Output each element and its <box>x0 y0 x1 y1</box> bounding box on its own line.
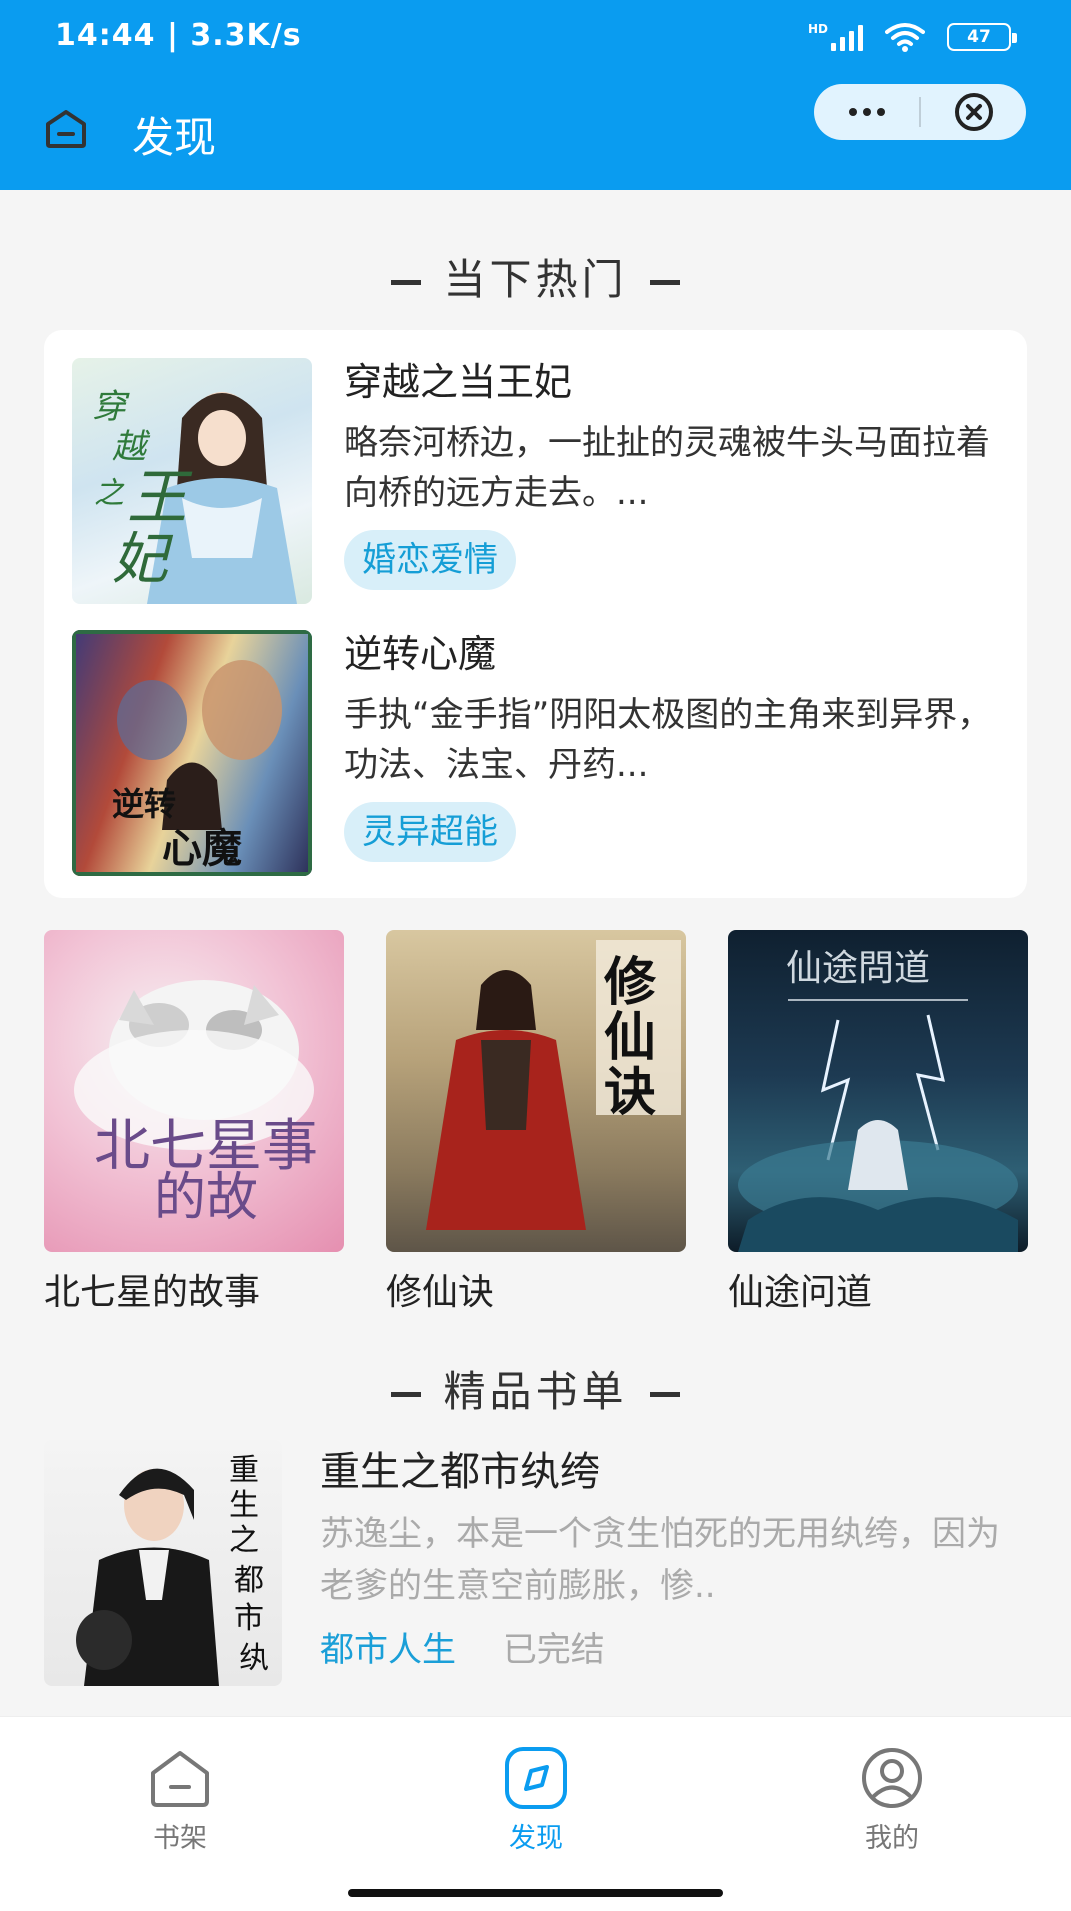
book-category-tag[interactable]: 婚恋爱情 <box>344 530 516 590</box>
premium-section-title: 精品书单 <box>0 1358 1071 1419</box>
home-indicator[interactable] <box>348 1889 723 1897</box>
close-circle-icon <box>954 93 993 131</box>
book-cover[interactable]: 穿 越 之 王 妃 <box>72 358 312 604</box>
svg-text:妃: 妃 <box>112 527 174 592</box>
svg-text:的故: 的故 <box>154 1168 258 1228</box>
bottom-tab-bar: 书架 发现 我的 <box>0 1716 1071 1911</box>
hot-books-card: 穿 越 之 王 妃 穿越之当王妃 略奈河桥边，一扯扯的灵魂被牛头马面拉着向桥的远… <box>44 330 1027 898</box>
close-button[interactable] <box>921 84 1026 140</box>
svg-text:诀: 诀 <box>604 1062 656 1123</box>
book-category[interactable]: 都市人生 <box>320 1630 456 1670</box>
hot-section-label: 当下热门 <box>443 255 628 304</box>
tab-label: 书架 <box>153 1823 207 1854</box>
svg-text:逆转: 逆转 <box>112 785 176 823</box>
wifi-icon <box>885 23 925 52</box>
nav-bar: 发现 <box>0 80 1071 190</box>
svg-text:重: 重 <box>229 1453 259 1488</box>
book-description: 手执“金手指”阴阳太极图的主角来到异界，功法、法宝、丹药... <box>344 695 992 785</box>
book-title[interactable]: 逆转心魔 <box>344 630 1012 678</box>
svg-text:都: 都 <box>234 1563 264 1598</box>
premium-book-info: 重生之都市纨绔 苏逸尘，本是一个贪生怕死的无用纨绔，因为老爹的生意空前膨胀，惨.… <box>320 1440 1027 1674</box>
book-cover[interactable]: 逆转 心魔 <box>72 630 312 876</box>
hot-section-title: 当下热门 <box>0 246 1071 307</box>
status-icons: HD 47 <box>808 22 1017 52</box>
grid-book-item[interactable]: 修 仙 诀 修仙诀 <box>386 930 686 1318</box>
svg-text:心魔: 心魔 <box>162 826 242 872</box>
more-button[interactable] <box>814 84 919 140</box>
svg-text:之: 之 <box>229 1523 259 1558</box>
battery-icon: 47 <box>947 23 1017 51</box>
page-title: 发现 <box>132 113 217 162</box>
svg-text:纨: 纨 <box>239 1641 269 1676</box>
mini-program-capsule <box>814 84 1026 140</box>
grid-book-item[interactable]: 北七星事 的故 北七星的故事 <box>44 930 344 1318</box>
hot-book-info: 逆转心魔 手执“金手指”阴阳太极图的主角来到异界，功法、法宝、丹药... 灵异超… <box>344 630 1012 862</box>
book-cover[interactable]: 仙途問道 <box>728 930 1028 1252</box>
book-title[interactable]: 北七星的故事 <box>44 1268 344 1318</box>
book-cover[interactable]: 北七星事 的故 <box>44 930 344 1252</box>
book-title[interactable]: 穿越之当王妃 <box>344 358 1012 406</box>
discover-icon <box>505 1747 567 1809</box>
book-title[interactable]: 仙途问道 <box>728 1268 1028 1318</box>
svg-text:修: 修 <box>604 952 657 1013</box>
book-description: 苏逸尘，本是一个贪生怕死的无用纨绔，因为老爹的生意空前膨胀，惨.. <box>320 1514 1000 1606</box>
svg-text:生: 生 <box>229 1488 259 1523</box>
svg-text:越: 越 <box>112 427 151 467</box>
book-category-tag[interactable]: 灵异超能 <box>344 802 516 862</box>
status-time: 14:44 | 3.3K/s <box>55 18 302 53</box>
book-status: 已完结 <box>502 1630 605 1670</box>
hot-book-info: 穿越之当王妃 略奈河桥边，一扯扯的灵魂被牛头马面拉着向桥的远方走去。... 婚恋… <box>344 358 1012 590</box>
tab-profile[interactable]: 我的 <box>792 1743 992 1857</box>
hot-book-item[interactable]: 穿 越 之 王 妃 穿越之当王妃 略奈河桥边，一扯扯的灵魂被牛头马面拉着向桥的远… <box>72 358 1012 604</box>
book-meta: 都市人生 已完结 <box>320 1626 1027 1674</box>
svg-text:仙途問道: 仙途問道 <box>786 948 930 989</box>
book-cover[interactable]: 修 仙 诀 <box>386 930 686 1252</box>
svg-text:穿: 穿 <box>92 387 130 427</box>
hot-book-item[interactable]: 逆转 心魔 逆转心魔 手执“金手指”阴阳太极图的主角来到异界，功法、法宝、丹药.… <box>72 630 1012 876</box>
status-bar: 14:44 | 3.3K/s HD 47 <box>0 0 1071 80</box>
svg-text:仙: 仙 <box>604 1007 656 1068</box>
tab-bookshelf[interactable]: 书架 <box>80 1743 280 1857</box>
grid-book-item[interactable]: 仙途問道 仙途问道 <box>728 930 1028 1318</box>
svg-text:之: 之 <box>94 476 125 511</box>
bookshelf-icon <box>151 1751 209 1807</box>
home-icon[interactable] <box>44 106 88 150</box>
tab-label: 发现 <box>509 1823 563 1854</box>
tab-label: 我的 <box>865 1823 919 1854</box>
svg-text:市: 市 <box>234 1601 264 1636</box>
book-cover[interactable]: 重 生 之 都 市 纨 <box>44 1440 282 1686</box>
book-description: 略奈河桥边，一扯扯的灵魂被牛头马面拉着向桥的远方走去。... <box>344 423 990 513</box>
premium-book-item[interactable]: 重 生 之 都 市 纨 重生之都市纨绔 苏逸尘，本是一个贪生怕死的无用纨绔，因为… <box>44 1440 1027 1686</box>
profile-icon <box>862 1748 922 1808</box>
network-type-label: HD <box>807 22 828 36</box>
book-title[interactable]: 重生之都市纨绔 <box>320 1444 1027 1500</box>
svg-text:王: 王 <box>127 463 193 533</box>
more-dots-icon <box>848 108 885 116</box>
book-title[interactable]: 修仙诀 <box>386 1268 686 1318</box>
premium-section-label: 精品书单 <box>443 1367 628 1416</box>
app-header: 14:44 | 3.3K/s HD 47 发现 <box>0 0 1071 190</box>
signal-icon: HD <box>808 23 863 51</box>
tab-discover[interactable]: 发现 <box>436 1743 636 1857</box>
